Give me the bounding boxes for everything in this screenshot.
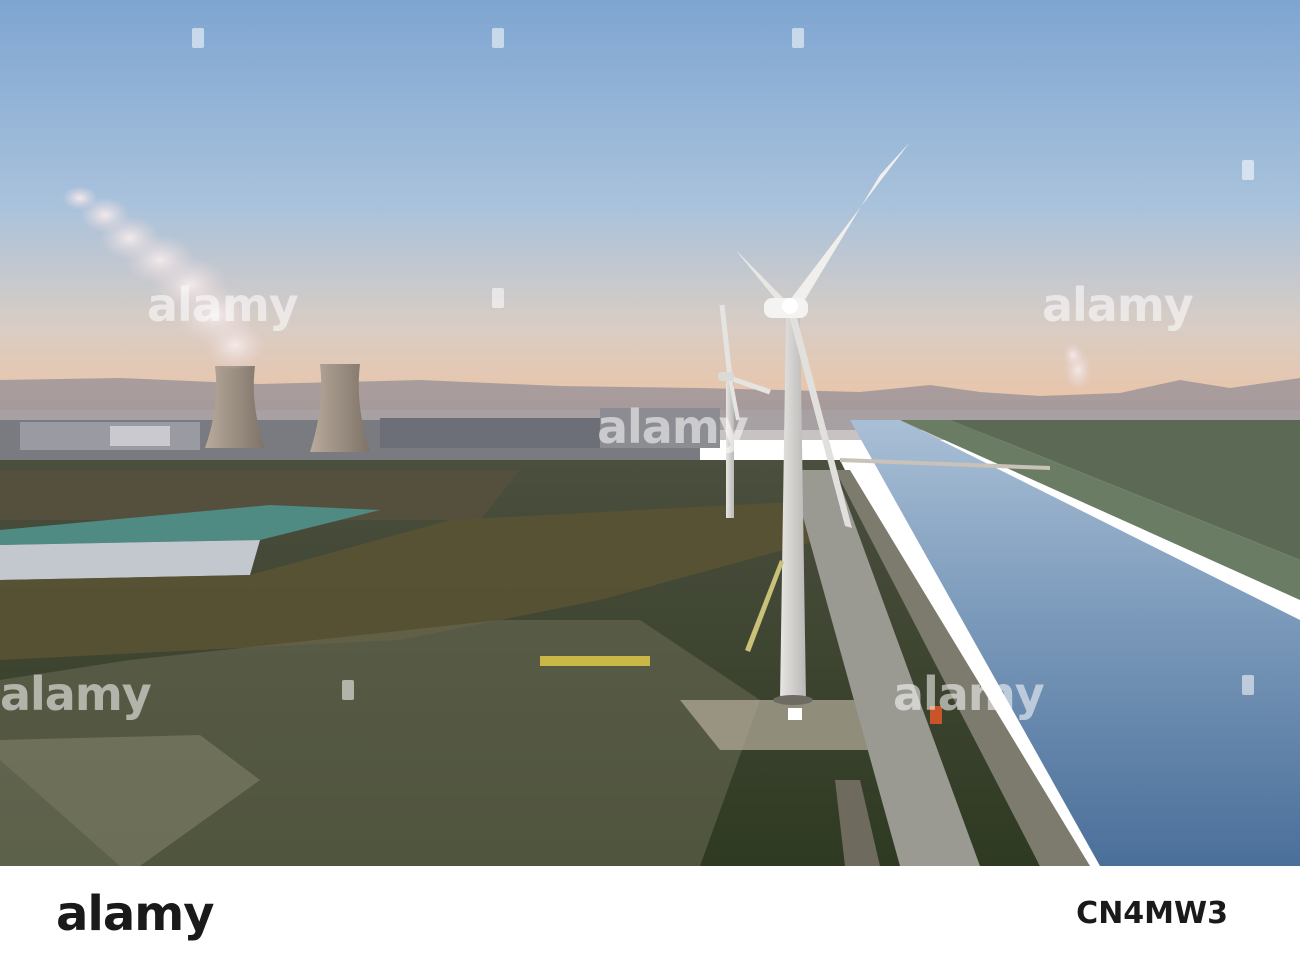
watermark-mark xyxy=(192,28,204,48)
watermark: alamy xyxy=(893,667,1045,721)
stock-photo-page: alamy alamy alamy alamy alamy alamy CN4M… xyxy=(0,0,1300,956)
watermark-mark xyxy=(1242,160,1254,180)
watermark-mark xyxy=(792,28,804,48)
watermark-mark xyxy=(492,28,504,48)
watermark-mark xyxy=(492,288,504,308)
watermark: alamy xyxy=(147,278,299,332)
alamy-logo: alamy xyxy=(56,886,215,942)
watermark: alamy xyxy=(1042,278,1194,332)
lattice-section xyxy=(540,656,650,666)
service-van xyxy=(788,708,802,720)
watermark-mark xyxy=(342,680,354,700)
watermark-mark xyxy=(1242,675,1254,695)
warehouse-wall xyxy=(0,540,260,580)
watermark: alamy xyxy=(597,400,749,454)
footer-bar: alamy CN4MW3 xyxy=(0,866,1300,956)
photo-wind-turbines-nuclear-plant: alamy alamy alamy alamy alamy xyxy=(0,0,1300,866)
sky xyxy=(0,0,1300,410)
image-id: CN4MW3 xyxy=(1076,896,1228,931)
watermark: alamy xyxy=(0,667,152,721)
